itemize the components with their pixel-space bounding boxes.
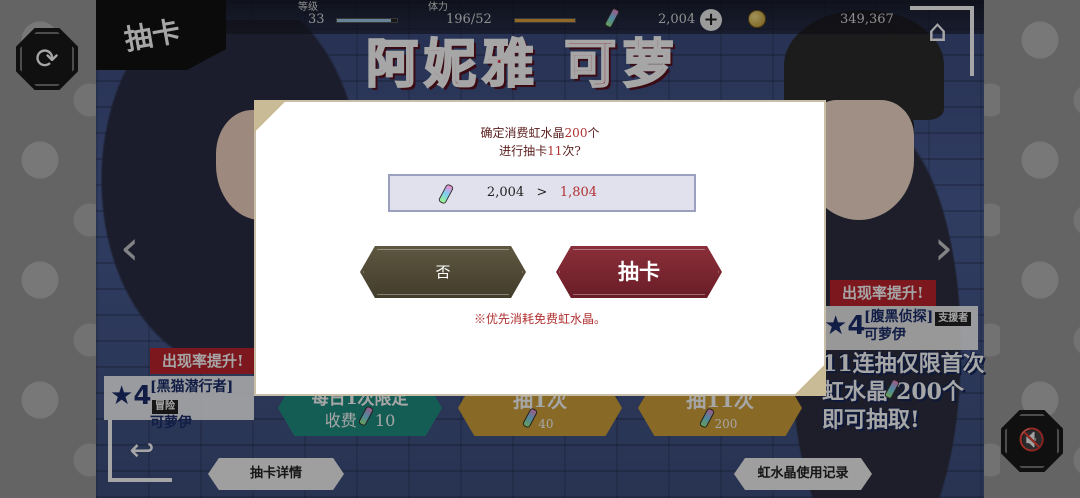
msg-line1-pre: 确定消费虹水晶 [480,126,565,140]
msg-line2-pre: 进行抽卡 [499,144,548,158]
dialog-corner-ornament [778,348,826,396]
msg-crystal-amount: 200 [564,126,588,140]
balance-before: 2,004 [486,185,525,200]
confirm-message: 确定消费虹水晶200个 进行抽卡11次? [256,124,824,160]
cancel-button[interactable]: 否 [360,246,526,298]
msg-line2-post: 次? [562,144,581,158]
msg-line1-post: 个 [587,126,600,140]
msg-pull-count: 11 [547,144,563,158]
confirm-pull-button[interactable]: 抽卡 [556,246,722,298]
balance-after: 1,804 [559,185,598,200]
confirm-pull-dialog: 确定消费虹水晶200个 进行抽卡11次? 2,004 > 1,804 否 抽卡 … [254,100,826,396]
free-crystal-note: ※优先消耗免费虹水晶。 [473,312,606,326]
crystal-balance-preview: 2,004 > 1,804 [388,174,696,212]
balance-arrow: > [536,185,548,200]
